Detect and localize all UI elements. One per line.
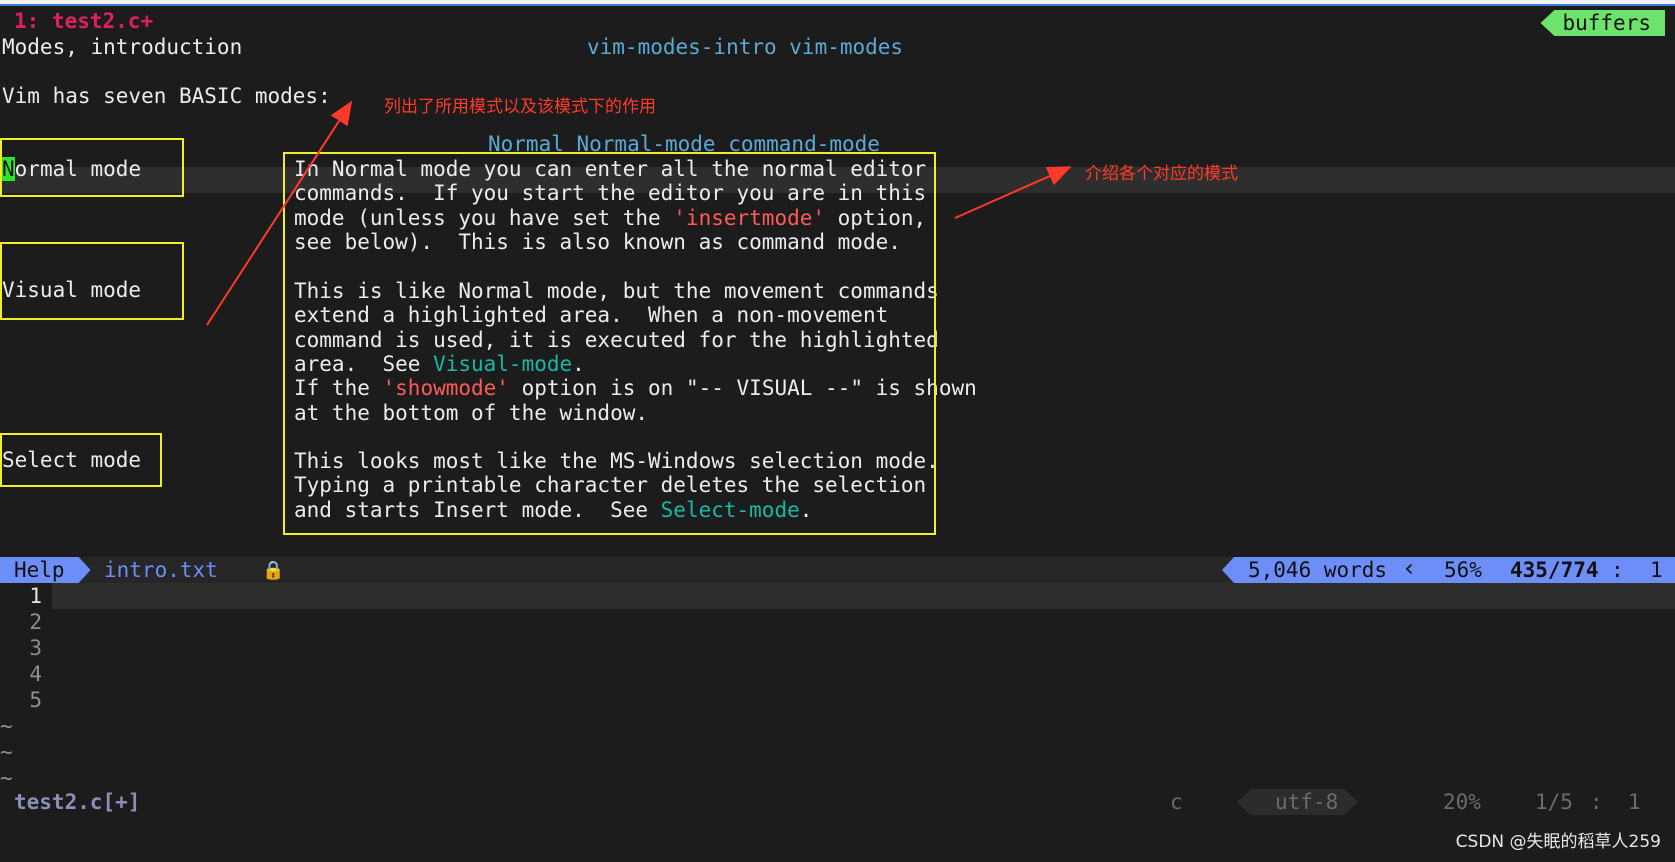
line-number: 2 xyxy=(29,610,42,634)
line-position: 435/774 xyxy=(1510,558,1599,582)
arrow-left xyxy=(206,100,353,326)
statusline-info: 5,046 words ‹ 56% 435/774 : 1 xyxy=(1222,557,1675,583)
editor-position: 1/5 xyxy=(1535,790,1573,814)
tilde-marker: ~ xyxy=(0,740,13,764)
statusline-help: Help intro.txt 🔒 5,046 words ‹ 56% 435/7… xyxy=(0,557,1675,583)
editor-filetype: c xyxy=(1170,790,1183,814)
statusline-editor: test2.c[+] c utf-8 20% 1/5 : 1 xyxy=(0,789,1675,815)
word-count: 5,046 words xyxy=(1248,558,1388,582)
position-separator: : xyxy=(1611,558,1624,582)
editor-filename: test2.c[+] xyxy=(14,790,141,814)
lock-icon: 🔒 xyxy=(262,560,285,581)
arrow-right xyxy=(954,166,1072,219)
tilde-marker: ~ xyxy=(0,766,13,790)
editor-percent: 20% xyxy=(1443,790,1481,814)
tilde-marker: ~ xyxy=(0,714,13,738)
editor-cursorline xyxy=(52,583,1675,609)
editor-encoding: utf-8 xyxy=(1237,789,1358,815)
statusline-filename: intro.txt xyxy=(104,558,218,582)
annotation-right: 介绍各个对应的模式 xyxy=(1085,164,1238,184)
editor-column: 1 xyxy=(1628,790,1641,814)
line-number: 5 xyxy=(29,688,42,712)
line-number: 3 xyxy=(29,636,42,660)
watermark: CSDN @失眠的稻草人259 xyxy=(1455,832,1661,852)
annotation-left: 列出了所用模式以及该模式下的作用 xyxy=(384,97,656,117)
scroll-percent: 56% xyxy=(1444,558,1482,582)
separator-chevron-icon: ‹ xyxy=(1402,554,1417,582)
column-position: 1 xyxy=(1650,558,1663,582)
annotation-arrows xyxy=(206,100,1072,326)
statusline-mode: Help xyxy=(0,557,91,583)
line-number: 1 xyxy=(29,584,42,608)
line-number: 4 xyxy=(29,662,42,686)
editor-position-separator: : xyxy=(1590,790,1603,814)
